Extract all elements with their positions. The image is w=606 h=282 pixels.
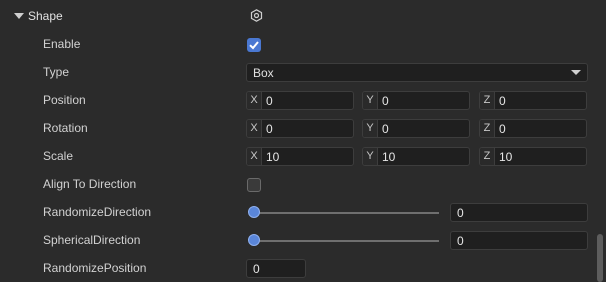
axis-z-label: Z (480, 148, 495, 165)
spherical-direction-slider-thumb[interactable] (248, 234, 260, 246)
align-to-direction-checkbox[interactable] (247, 178, 261, 192)
position-y-field[interactable]: Y 0 (362, 91, 470, 110)
randomize-direction-row: RandomizeDirection 0 (0, 198, 596, 226)
section-title: Shape (28, 9, 63, 23)
scale-y-field[interactable]: Y 10 (362, 147, 470, 166)
chevron-down-icon (571, 70, 581, 75)
axis-y-label: Y (363, 148, 378, 165)
scale-y-value: 10 (382, 150, 396, 164)
randomize-position-label: RandomizePosition (43, 261, 147, 275)
randomize-position-value: 0 (253, 262, 260, 276)
randomize-position-row: RandomizePosition 0 (0, 254, 596, 282)
enable-checkbox[interactable] (247, 38, 261, 52)
position-x-value: 0 (266, 94, 273, 108)
spherical-direction-slider-track[interactable] (255, 240, 439, 242)
rotation-z-field[interactable]: Z 0 (479, 119, 587, 138)
spherical-direction-input[interactable]: 0 (450, 231, 588, 250)
scrollbar-thumb[interactable] (597, 234, 603, 282)
randomize-direction-slider-thumb[interactable] (248, 206, 260, 218)
enable-row: Enable (0, 30, 596, 58)
type-label: Type (43, 65, 70, 79)
position-label: Position (43, 93, 86, 107)
scale-label: Scale (43, 149, 74, 163)
rotation-y-value: 0 (382, 122, 389, 136)
rotation-row: Rotation X 0 Y 0 Z 0 (0, 114, 596, 142)
axis-y-label: Y (363, 92, 378, 109)
hex-gear-icon[interactable] (250, 9, 263, 22)
checkmark-icon (249, 41, 259, 50)
randomize-direction-slider-track[interactable] (255, 212, 439, 214)
rotation-x-value: 0 (266, 122, 273, 136)
randomize-direction-value: 0 (457, 206, 464, 220)
axis-z-label: Z (480, 92, 495, 109)
scale-x-value: 10 (266, 150, 280, 164)
position-z-field[interactable]: Z 0 (479, 91, 587, 110)
rotation-y-field[interactable]: Y 0 (362, 119, 470, 138)
enable-label: Enable (43, 37, 81, 51)
axis-x-label: X (247, 92, 262, 109)
spherical-direction-row: SphericalDirection 0 (0, 226, 596, 254)
axis-z-label: Z (480, 120, 495, 137)
randomize-direction-input[interactable]: 0 (450, 203, 588, 222)
rotation-z-value: 0 (499, 122, 506, 136)
spherical-direction-value: 0 (457, 234, 464, 248)
align-to-direction-row: Align To Direction (0, 170, 596, 198)
rotation-label: Rotation (43, 121, 88, 135)
scale-z-value: 10 (499, 150, 513, 164)
scale-x-field[interactable]: X 10 (246, 147, 354, 166)
axis-y-label: Y (363, 120, 378, 137)
scale-row: Scale X 10 Y 10 Z 10 (0, 142, 596, 170)
randomize-direction-label: RandomizeDirection (43, 205, 152, 219)
rotation-x-field[interactable]: X 0 (246, 119, 354, 138)
align-to-direction-label: Align To Direction (43, 177, 137, 191)
randomize-position-input[interactable]: 0 (246, 259, 306, 278)
position-row: Position X 0 Y 0 Z 0 (0, 86, 596, 114)
type-select[interactable]: Box (246, 63, 588, 82)
position-x-field[interactable]: X 0 (246, 91, 354, 110)
type-row: Type Box (0, 58, 596, 86)
spherical-direction-label: SphericalDirection (43, 233, 141, 247)
position-z-value: 0 (499, 94, 506, 108)
shape-section-header[interactable]: Shape (0, 2, 596, 30)
type-value: Box (253, 66, 274, 80)
axis-x-label: X (247, 148, 262, 165)
axis-x-label: X (247, 120, 262, 137)
scale-z-field[interactable]: Z 10 (479, 147, 587, 166)
position-y-value: 0 (382, 94, 389, 108)
collapse-caret-icon[interactable] (14, 13, 24, 19)
